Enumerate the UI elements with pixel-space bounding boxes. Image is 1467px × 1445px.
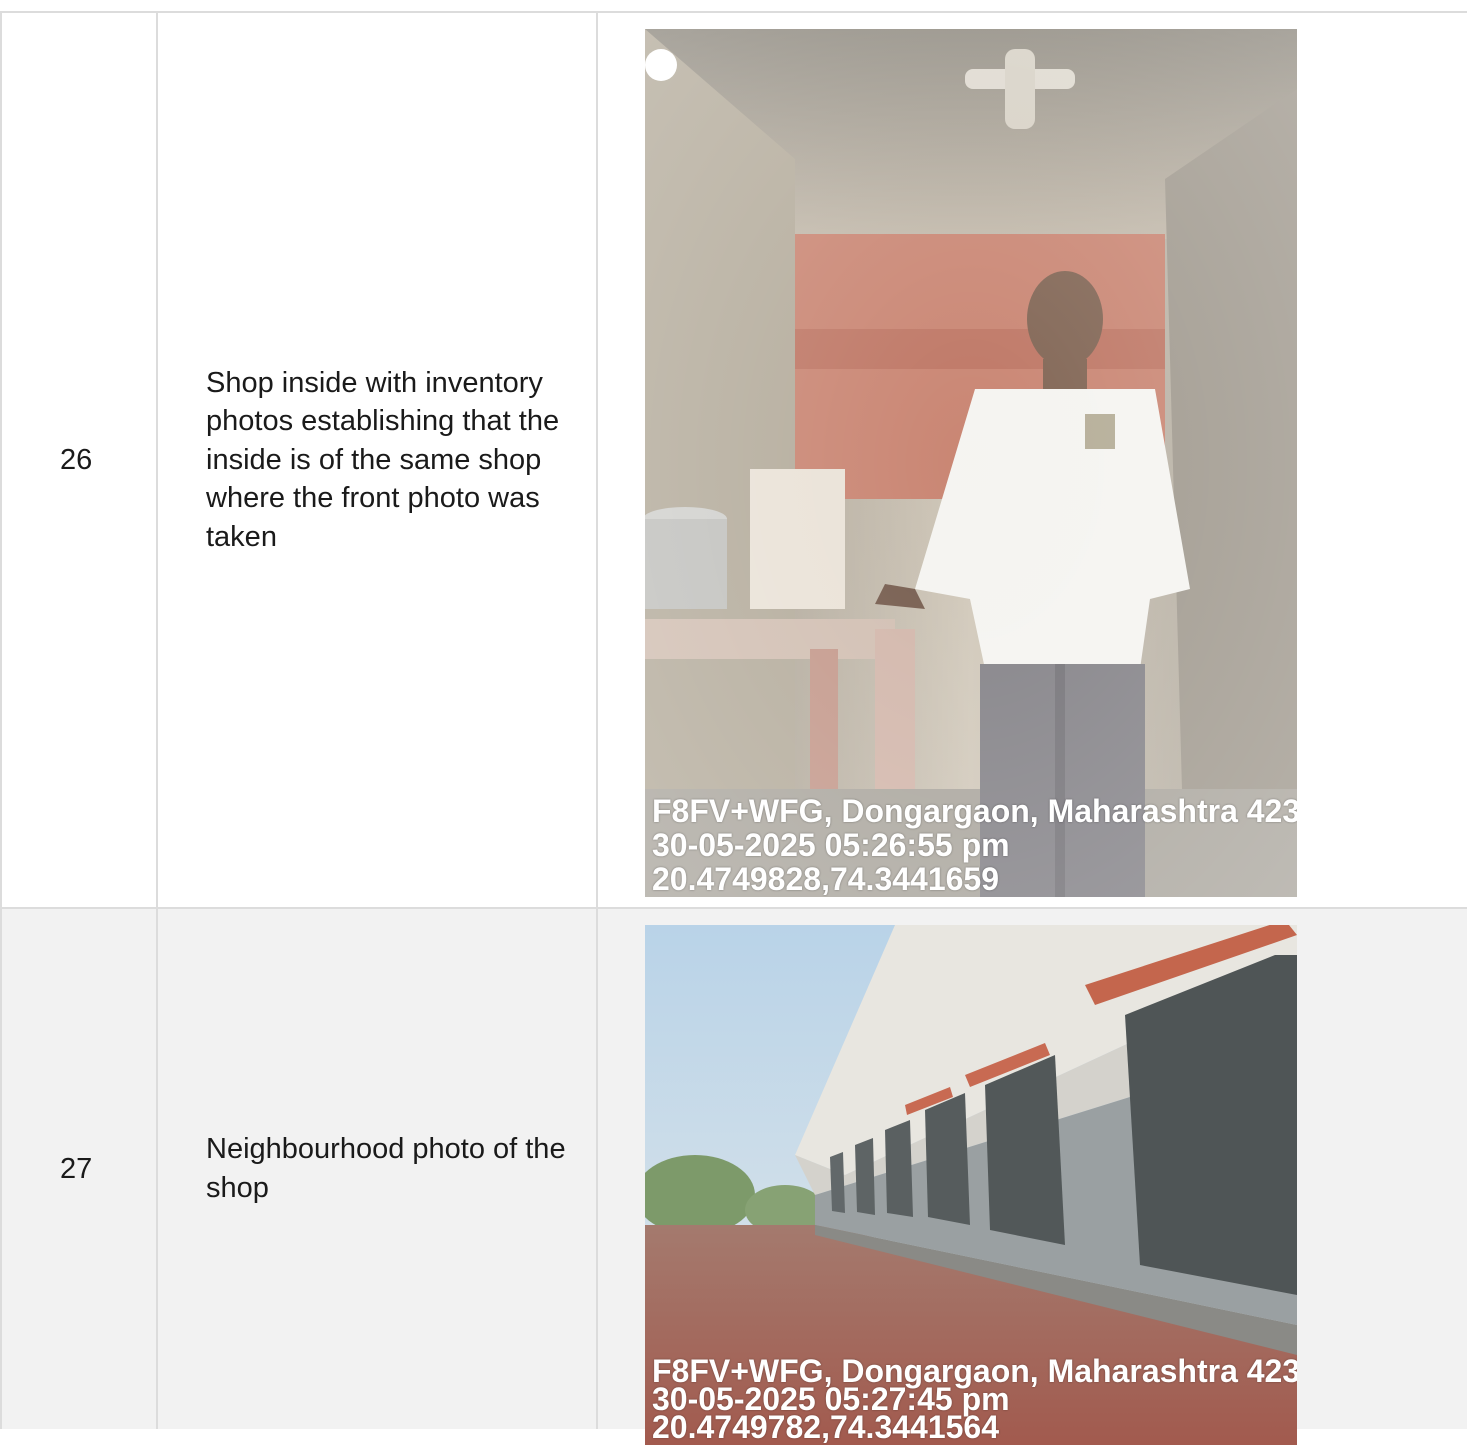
- photo-geotag-stamp: F8FV+WFG, Dongargaon, Maharashtra 42310 …: [652, 1353, 1297, 1443]
- row-number: 26: [2, 13, 158, 907]
- stamp-coordinates: 20.4749828,74.3441659: [652, 861, 1000, 897]
- photo-cell: F8FV+WFG, Dongargaon, Maharashtra 42310 …: [598, 13, 1467, 907]
- photo-evidence-table: 26 Shop inside with inventory photos est…: [0, 11, 1467, 1445]
- table-row: 26 Shop inside with inventory photos est…: [2, 13, 1467, 909]
- row-description: Neighbourhood photo of the shop: [158, 909, 598, 1429]
- photo-geotag-stamp: F8FV+WFG, Dongargaon, Maharashtra 42310 …: [652, 793, 1297, 895]
- stamp-coordinates: 20.4749782,74.3441564: [652, 1409, 1000, 1445]
- row-number: 27: [2, 909, 158, 1429]
- shop-neighbourhood-photo: F8FV+WFG, Dongargaon, Maharashtra 42310 …: [645, 925, 1297, 1445]
- stamp-datetime: 30-05-2025 05:26:55 pm: [652, 827, 1010, 863]
- table-row: 27 Neighbourhood photo of the shop F8FV+…: [2, 909, 1467, 1445]
- photo-cell: F8FV+WFG, Dongargaon, Maharashtra 42310 …: [598, 909, 1467, 1445]
- row-description: Shop inside with inventory photos establ…: [158, 13, 598, 907]
- stamp-address: F8FV+WFG, Dongargaon, Maharashtra 42310: [652, 793, 1297, 829]
- shop-interior-photo: F8FV+WFG, Dongargaon, Maharashtra 42310 …: [645, 29, 1297, 897]
- shop-interior-image: [645, 29, 1297, 897]
